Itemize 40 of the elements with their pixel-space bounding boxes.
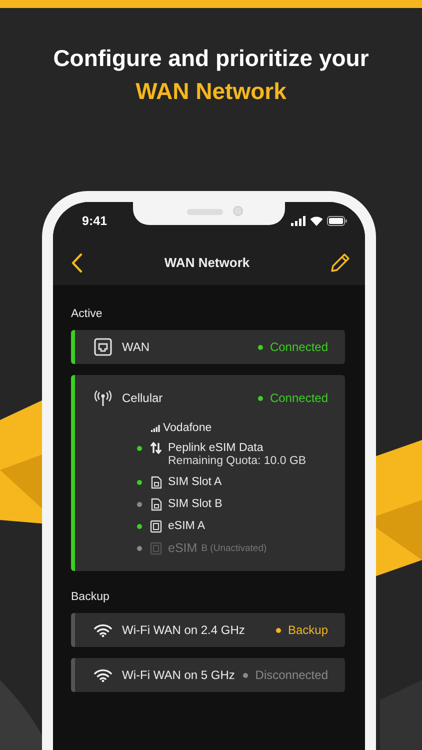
ethernet-port-icon xyxy=(94,338,112,356)
signal-bars-icon xyxy=(151,424,160,432)
pencil-icon[interactable] xyxy=(330,253,350,272)
antenna-icon xyxy=(94,390,112,406)
network-card[interactable]: WAN Connected xyxy=(71,330,345,364)
status-label: Connected xyxy=(270,391,328,405)
wifi-icon xyxy=(94,624,112,636)
quota-text: Remaining Quota: 10.0 GB xyxy=(168,455,308,469)
network-name: Wi-Fi WAN on 5 GHz xyxy=(122,668,236,682)
carrier-name: Vodafone xyxy=(163,422,212,434)
wifi-icon xyxy=(310,216,323,226)
status-label: Backup xyxy=(288,623,328,637)
network-name: Cellular xyxy=(122,391,164,405)
headline: WAN Network xyxy=(136,77,286,106)
headline: Configure and prioritize your xyxy=(53,44,369,73)
sim-name[interactable]: SIM Slot B xyxy=(168,498,222,510)
network-card[interactable]: Wi-Fi WAN on 5 GHz Disconnected xyxy=(71,658,345,692)
screen-title: WAN Network xyxy=(164,255,250,270)
camera-icon xyxy=(233,206,243,216)
status-label: Disconnected xyxy=(255,668,328,682)
battery-icon xyxy=(327,216,347,226)
sim-name[interactable]: Peplink eSIM Data xyxy=(168,442,264,454)
sim-name[interactable]: eSIM A xyxy=(168,520,206,532)
signal-icon xyxy=(291,216,306,226)
wifi-icon xyxy=(94,668,112,682)
sim-card-icon xyxy=(150,476,162,488)
section-title: Active xyxy=(71,308,104,322)
transfer-arrows-icon xyxy=(150,442,162,454)
chip-icon xyxy=(150,542,162,554)
chip-icon xyxy=(150,520,162,532)
network-name: WAN xyxy=(122,340,151,354)
back-icon[interactable] xyxy=(71,252,83,272)
sim-note: B (Unactivated) xyxy=(201,542,267,554)
network-name: Wi-Fi WAN on 2.4 GHz xyxy=(122,623,246,637)
clock: 9:41 xyxy=(82,214,108,228)
status-label: Connected xyxy=(270,340,328,354)
sim-name[interactable]: SIM Slot A xyxy=(168,476,222,488)
network-card[interactable]: Wi-Fi WAN on 2.4 GHz Backup xyxy=(71,613,345,647)
section-title: Backup xyxy=(71,591,110,605)
sim-card-icon xyxy=(150,498,162,510)
